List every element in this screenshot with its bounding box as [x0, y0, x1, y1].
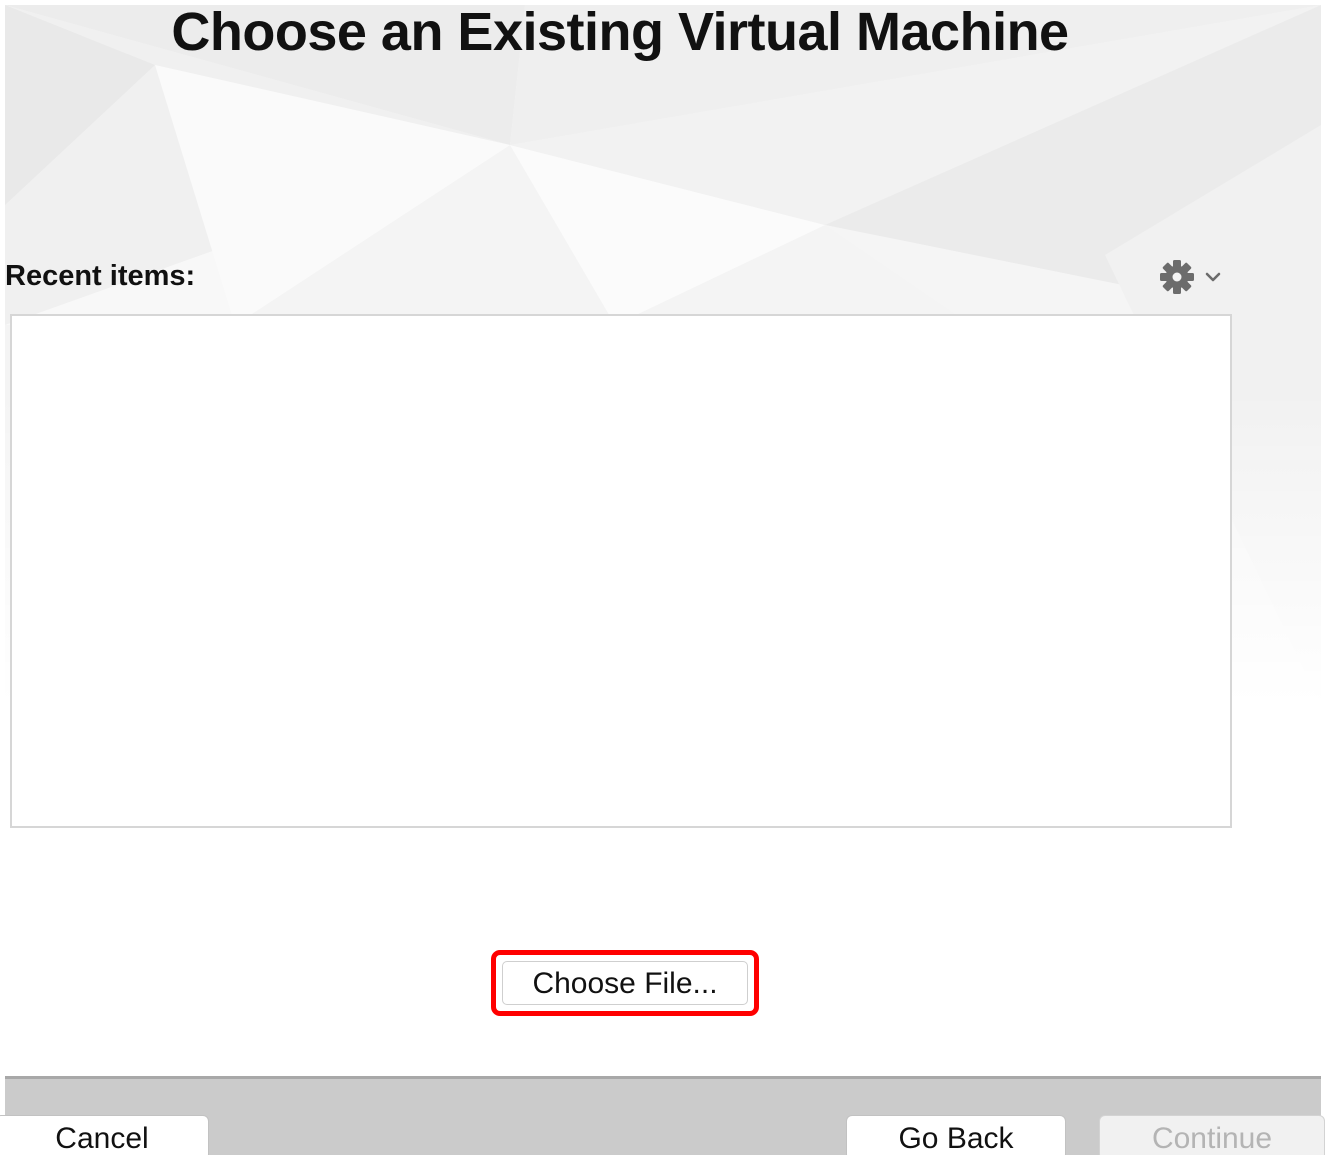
continue-button[interactable]: Continue: [1099, 1115, 1325, 1155]
recent-items-label: Recent items:: [5, 260, 196, 292]
recent-items-list[interactable]: [10, 314, 1232, 828]
gear-icon: [1158, 258, 1196, 296]
footer-bar: Cancel Go Back Continue: [0, 1076, 1325, 1155]
recent-options-menu-button[interactable]: [1158, 257, 1228, 297]
go-back-button[interactable]: Go Back: [846, 1115, 1066, 1155]
choose-file-button[interactable]: Choose File...: [502, 961, 748, 1005]
chevron-down-icon: [1204, 270, 1222, 284]
cancel-button[interactable]: Cancel: [0, 1115, 209, 1155]
choose-file-highlight: Choose File...: [491, 950, 759, 1016]
choose-vm-dialog: Choose an Existing Virtual Machine Recen…: [0, 0, 1326, 1155]
page-title: Choose an Existing Virtual Machine: [171, 2, 1069, 62]
